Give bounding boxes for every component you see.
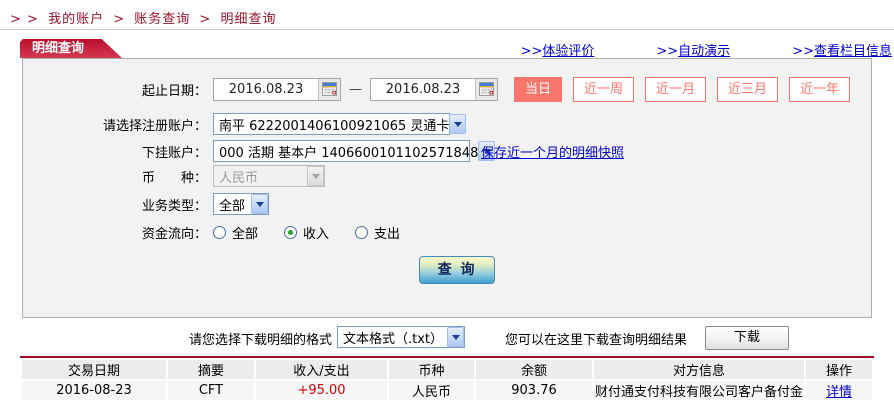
link-prefix: >> xyxy=(520,44,543,59)
header-counterparty: 对方信息 xyxy=(594,360,804,379)
header-balance: 余额 xyxy=(476,360,592,379)
cell-amount: +95.00 xyxy=(256,381,387,400)
header-action: 操作 xyxy=(806,360,872,379)
date-range-label: 起止日期： xyxy=(141,83,207,99)
cell-summary: CFT xyxy=(168,381,254,400)
download-row: 请您选择下载明细的格式 文本格式（.txt） 您可以在这里下载查询明细结果 下载 xyxy=(0,325,894,351)
fund-flow-options: 全部 收入 支出 xyxy=(213,223,400,242)
quick-range-buttons: 当日 近一周 近一月 近三月 近一年 xyxy=(514,76,851,102)
link-view-column-info[interactable]: >>查看栏目信息 xyxy=(792,40,892,59)
save-snapshot-link[interactable]: 保存近一个月的明细快照 xyxy=(481,142,624,161)
radio-icon xyxy=(213,225,226,239)
chevron-down-icon[interactable] xyxy=(251,194,268,214)
quick-range-year-button[interactable]: 近一年 xyxy=(789,76,851,102)
fund-flow-all-label: 全部 xyxy=(232,226,259,242)
link-prefix: >> xyxy=(656,44,679,59)
start-date-value: 2016.08.23 xyxy=(228,81,304,97)
fund-flow-income-radio[interactable]: 收入 xyxy=(284,223,329,242)
registered-account-row: 请选择注册账户： 南平 6222001406100921065 灵通卡 xyxy=(23,111,467,137)
quick-range-month-button[interactable]: 近一月 xyxy=(645,76,707,102)
link-label: 体验评价 xyxy=(542,44,595,59)
download-format-label: 请您选择下载明细的格式 xyxy=(188,333,332,348)
quick-range-quarter-button[interactable]: 近三月 xyxy=(717,76,779,102)
cell-balance: 903.76 xyxy=(476,381,592,400)
detail-query-page: > > 我的账户 > 账务查询 > 明细查询 明细查询 >>体验评价 >>自动演… xyxy=(0,0,894,402)
breadcrumb-prefix: > > xyxy=(10,12,39,27)
radio-checked-icon xyxy=(284,225,298,239)
breadcrumb-item-account-query[interactable]: 账务查询 xyxy=(134,12,190,27)
link-label: 查看栏目信息 xyxy=(813,44,892,59)
business-type-value: 全部 xyxy=(219,198,246,214)
currency-value: 人民币 xyxy=(219,170,259,186)
sub-account-label: 下挂账户： xyxy=(141,145,207,161)
cell-counterparty: 财付通支付科技有限公司客户备付金 xyxy=(594,381,804,400)
fund-flow-all-radio[interactable]: 全部 xyxy=(213,223,258,242)
fund-flow-expense-radio[interactable]: 支出 xyxy=(355,223,400,242)
link-experience-rating[interactable]: >>体验评价 xyxy=(521,40,595,59)
chevron-down-icon[interactable] xyxy=(449,114,467,134)
registered-account-value: 南平 6222001406100921065 灵通卡 xyxy=(219,118,450,134)
tab-detail-query[interactable]: 明细查询 xyxy=(20,39,122,58)
calendar-icon[interactable] xyxy=(475,78,497,100)
business-type-select[interactable]: 全部 xyxy=(213,193,269,215)
sub-account-row: 下挂账户： 000 活期 基本户 1406600101102571848 保存近… xyxy=(23,138,624,164)
chevron-down-icon[interactable] xyxy=(447,327,464,347)
download-button[interactable]: 下载 xyxy=(705,326,789,350)
query-button[interactable]: 查 询 xyxy=(419,256,495,284)
divider xyxy=(0,29,894,30)
breadcrumb-separator: > xyxy=(199,12,212,27)
currency-label: 币 种： xyxy=(141,170,207,186)
download-format-select[interactable]: 文本格式（.txt） xyxy=(337,326,465,348)
header-summary: 摘要 xyxy=(168,360,254,379)
sub-account-select[interactable]: 000 活期 基本户 1406600101102571848 xyxy=(213,140,496,162)
fund-flow-income-label: 收入 xyxy=(303,226,330,242)
cell-currency: 人民币 xyxy=(389,381,474,400)
download-hint: 您可以在这里下载查询明细结果 xyxy=(505,333,688,348)
quick-range-today-button[interactable]: 当日 xyxy=(514,76,563,102)
link-prefix: >> xyxy=(792,44,814,59)
date-range-row: 起止日期： 2016.08.23 — 2016.08.23 当日 近一周 近一月… xyxy=(23,76,851,102)
breadcrumb-separator: > xyxy=(113,12,126,27)
registered-account-select[interactable]: 南平 6222001406100921065 灵通卡 xyxy=(213,113,467,135)
header-currency: 币种 xyxy=(389,360,474,379)
header-links: >>体验评价 >>自动演示 >>查看栏目信息 xyxy=(521,40,892,59)
start-date-input[interactable]: 2016.08.23 xyxy=(213,77,341,101)
fund-flow-expense-label: 支出 xyxy=(374,226,401,242)
results-table: 交易日期 摘要 收入/支出 币种 余额 对方信息 操作 2016-08-23 C… xyxy=(20,356,874,402)
business-type-row: 业务类型： 全部 xyxy=(23,191,269,217)
detail-link[interactable]: 详情 xyxy=(826,385,852,400)
link-label: 自动演示 xyxy=(678,44,731,59)
link-auto-demo[interactable]: >>自动演示 xyxy=(656,40,730,59)
business-type-label: 业务类型： xyxy=(141,198,207,214)
query-form: 起止日期： 2016.08.23 — 2016.08.23 当日 近一周 近一月… xyxy=(22,58,872,318)
header-income-expense: 收入/支出 xyxy=(256,360,387,379)
date-separator: — xyxy=(349,81,362,97)
fund-flow-label: 资金流向： xyxy=(141,226,207,242)
radio-icon xyxy=(355,225,369,239)
chevron-down-icon xyxy=(307,166,324,186)
cell-trade-date: 2016-08-23 xyxy=(22,381,166,400)
registered-account-label: 请选择注册账户： xyxy=(102,118,207,134)
table-header-row: 交易日期 摘要 收入/支出 币种 余额 对方信息 操作 xyxy=(22,360,872,379)
quick-range-week-button[interactable]: 近一周 xyxy=(573,76,635,102)
end-date-value: 2016.08.23 xyxy=(385,81,461,97)
table-row: 2016-08-23 CFT +95.00 人民币 903.76 财付通支付科技… xyxy=(22,381,872,400)
currency-select: 人民币 xyxy=(213,165,325,187)
end-date-input[interactable]: 2016.08.23 xyxy=(370,77,498,101)
header-trade-date: 交易日期 xyxy=(22,360,166,379)
fund-flow-row: 资金流向： 全部 收入 支出 xyxy=(23,219,400,245)
sub-account-value: 000 活期 基本户 1406600101102571848 xyxy=(219,145,479,161)
cell-action: 详情 xyxy=(806,381,872,400)
download-format-value: 文本格式（.txt） xyxy=(343,331,444,347)
currency-row: 币 种： 人民币 xyxy=(23,163,325,189)
breadcrumb-item-my-account[interactable]: 我的账户 xyxy=(48,12,104,27)
calendar-icon[interactable] xyxy=(318,78,340,100)
breadcrumb-item-detail-query[interactable]: 明细查询 xyxy=(220,12,276,27)
breadcrumb: > > 我的账户 > 账务查询 > 明细查询 xyxy=(10,8,280,27)
